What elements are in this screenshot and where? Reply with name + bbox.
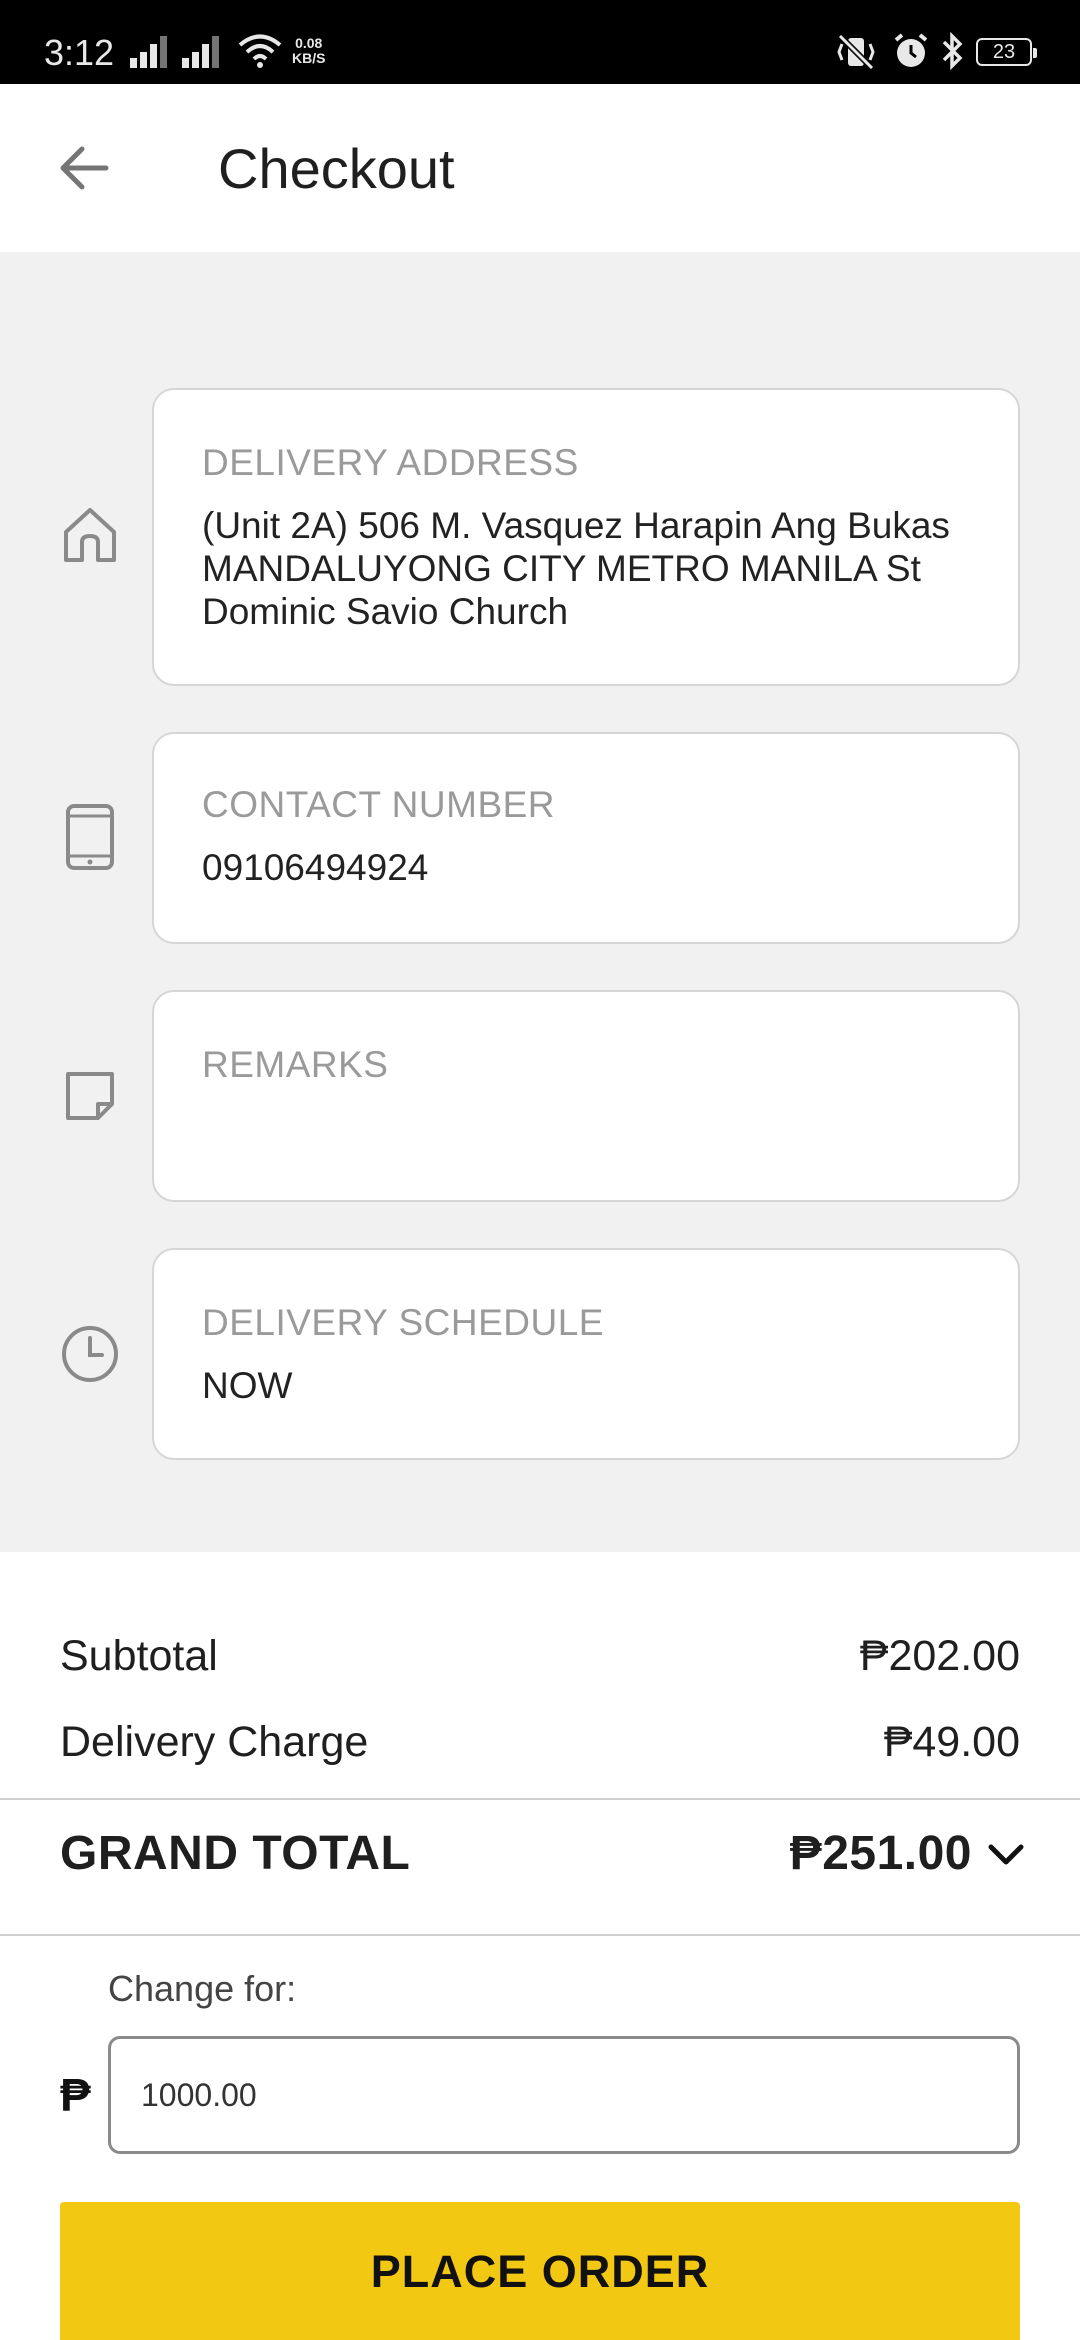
delivery-address-value: (Unit 2A) 506 M. Vasquez Harapin Ang Buk… — [202, 505, 950, 632]
status-time: 3:12 — [44, 32, 115, 73]
signal-2-icon — [182, 34, 222, 68]
contact-number-field[interactable]: CONTACT NUMBER 09106494924 — [152, 732, 1020, 944]
app-bar: Checkout — [0, 84, 1080, 252]
delivery-charge-value: ₱49.00 — [883, 1718, 1020, 1766]
divider-bottom — [0, 1934, 1080, 1936]
subtotal-value: ₱202.00 — [859, 1632, 1020, 1680]
currency-symbol: ₱ — [60, 2069, 91, 2121]
delivery-address-label: DELIVERY ADDRESS — [202, 442, 579, 483]
delivery-schedule-value: NOW — [202, 1365, 293, 1406]
network-speed: 0.08 KB/S — [292, 36, 325, 66]
change-for-label: Change for: — [108, 1968, 297, 2009]
remarks-label: REMARKS — [202, 1044, 389, 1085]
network-speed-unit: KB/S — [292, 50, 326, 66]
vibrate-icon — [837, 34, 875, 70]
wifi-icon — [238, 34, 282, 68]
bluetooth-icon — [942, 31, 963, 71]
phone-icon — [66, 804, 114, 870]
place-order-button[interactable]: PLACE ORDER — [60, 2202, 1020, 2340]
delivery-charge-label: Delivery Charge — [60, 1718, 369, 1766]
subtotal-label: Subtotal — [60, 1632, 218, 1680]
divider-top — [0, 1798, 1080, 1800]
network-speed-value: 0.08 — [295, 35, 323, 51]
home-icon — [64, 508, 116, 562]
alarm-icon — [894, 33, 928, 67]
status-bar: 3:12 0.08 KB/S 23 — [0, 0, 1080, 84]
chevron-down-icon[interactable] — [986, 1840, 1026, 1870]
note-icon — [66, 1072, 114, 1120]
delivery-schedule-field[interactable]: DELIVERY SCHEDULE NOW — [152, 1248, 1020, 1460]
contact-number-label: CONTACT NUMBER — [202, 784, 556, 825]
clock-icon — [62, 1326, 118, 1382]
back-arrow-icon[interactable] — [52, 136, 116, 200]
checkout-form: DELIVERY ADDRESS (Unit 2A) 506 M. Vasque… — [0, 252, 1080, 1552]
grand-total-row[interactable]: GRAND TOTAL ₱251.00 — [60, 1826, 1024, 1881]
grand-total-label: GRAND TOTAL — [60, 1827, 411, 1880]
delivery-charge-row: Delivery Charge ₱49.00 — [60, 1718, 1020, 1767]
remarks-field[interactable]: REMARKS — [152, 990, 1020, 1202]
subtotal-row: Subtotal ₱202.00 — [60, 1632, 1020, 1681]
battery-level: 23 — [992, 41, 1016, 63]
signal-icon — [130, 34, 170, 68]
change-amount-input[interactable] — [108, 2036, 1020, 2154]
contact-number-value: 09106494924 — [202, 847, 429, 888]
delivery-schedule-label: DELIVERY SCHEDULE — [202, 1302, 604, 1343]
page-title: Checkout — [218, 137, 455, 200]
delivery-address-field[interactable]: DELIVERY ADDRESS (Unit 2A) 506 M. Vasque… — [152, 388, 1020, 686]
battery-icon: 23 — [976, 38, 1037, 66]
grand-total-value: ₱251.00 — [789, 1827, 972, 1880]
